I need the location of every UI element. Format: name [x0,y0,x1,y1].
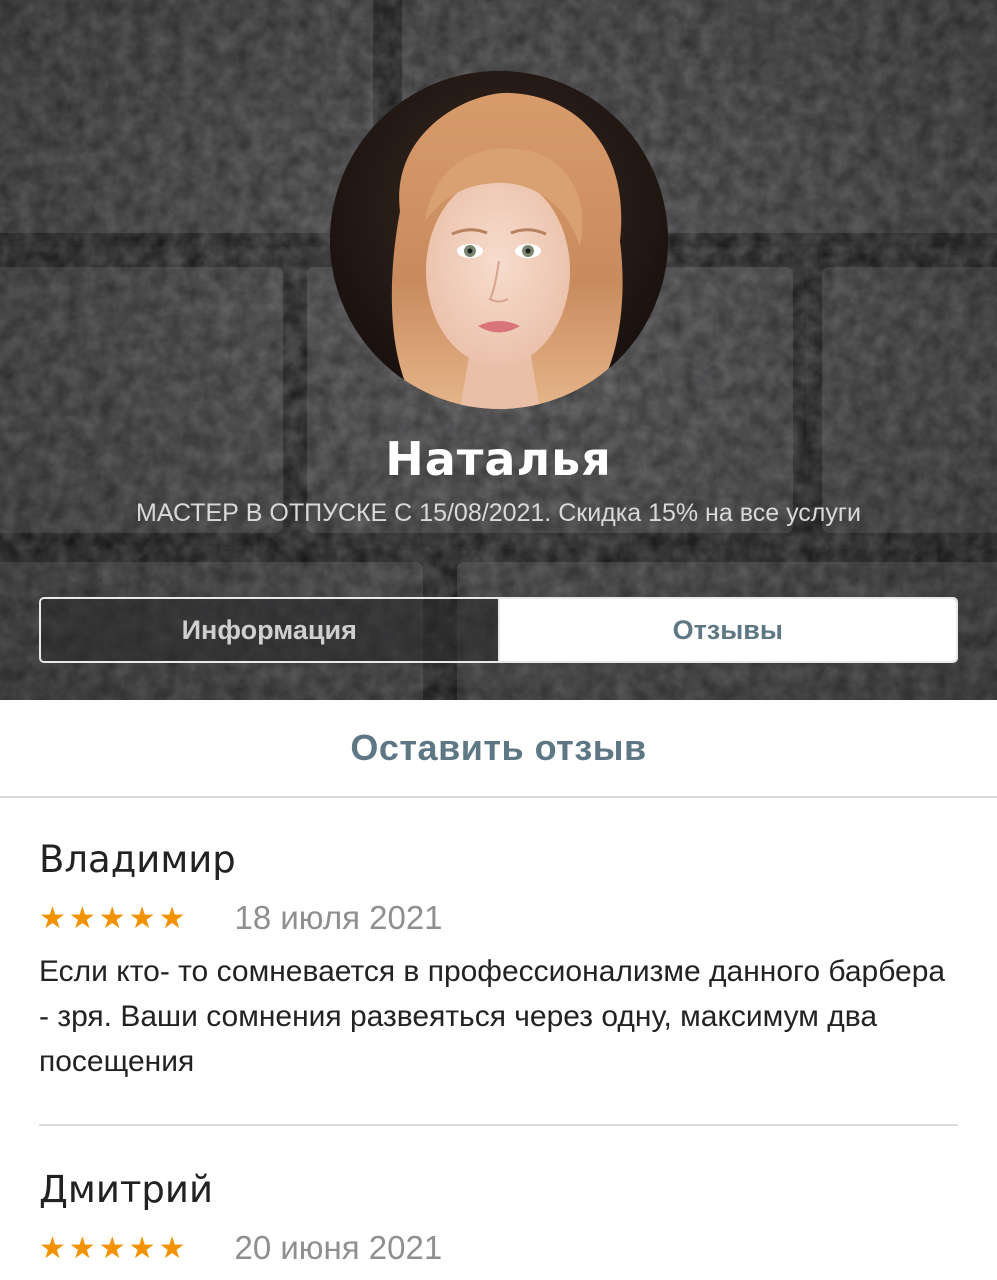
tab-reviews[interactable]: Отзывы [499,599,956,661]
profile-tabs: Информация Отзывы [39,597,958,663]
review-meta: ★★★★★ 20 июня 2021 [39,1229,958,1267]
star-rating-icon: ★★★★★ [39,1231,189,1265]
tab-information[interactable]: Информация [41,599,500,661]
review-text: Если кто- то сомневается в профессионали… [39,955,946,1078]
review-date: 20 июня 2021 [234,1229,443,1266]
master-avatar [330,71,668,409]
master-status: МАСТЕР В ОТПУСКЕ С 15/08/2021. Скидка 15… [136,499,861,527]
review-item: Владимир ★★★★★ 18 июля 2021 Если кто- то… [39,838,958,1084]
review-date: 18 июля 2021 [234,899,443,936]
profile-header: Наталья МАСТЕР В ОТПУСКЕ С 15/08/2021. С… [0,0,997,700]
review-meta: ★★★★★ 18 июля 2021 [39,899,958,937]
review-author: Дмитрий [39,1168,213,1211]
review-divider [39,1124,958,1126]
review-author: Владимир [39,838,236,881]
star-rating-icon: ★★★★★ [39,901,189,935]
master-name: Наталья [385,432,612,486]
leave-review-button[interactable]: Оставить отзыв [0,700,997,798]
review-item: Дмитрий ★★★★★ 20 июня 2021 [39,1168,958,1267]
